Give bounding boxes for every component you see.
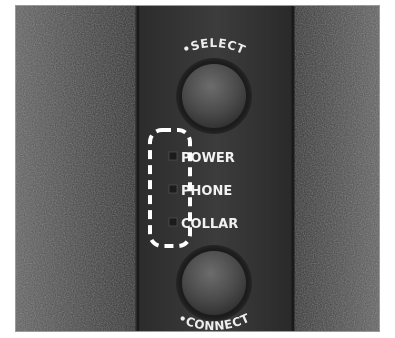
collar-led bbox=[168, 217, 178, 227]
select-button[interactable] bbox=[182, 64, 246, 128]
right-grip bbox=[288, 5, 380, 332]
power-led bbox=[168, 151, 178, 161]
connect-button-group[interactable]: •CONNECT bbox=[176, 245, 252, 333]
device-photo: •SELECT POWER PHONE COLLAR •CONNECT bbox=[15, 5, 380, 333]
left-grip bbox=[15, 5, 135, 332]
phone-led bbox=[168, 184, 178, 194]
connect-button[interactable] bbox=[182, 251, 246, 315]
